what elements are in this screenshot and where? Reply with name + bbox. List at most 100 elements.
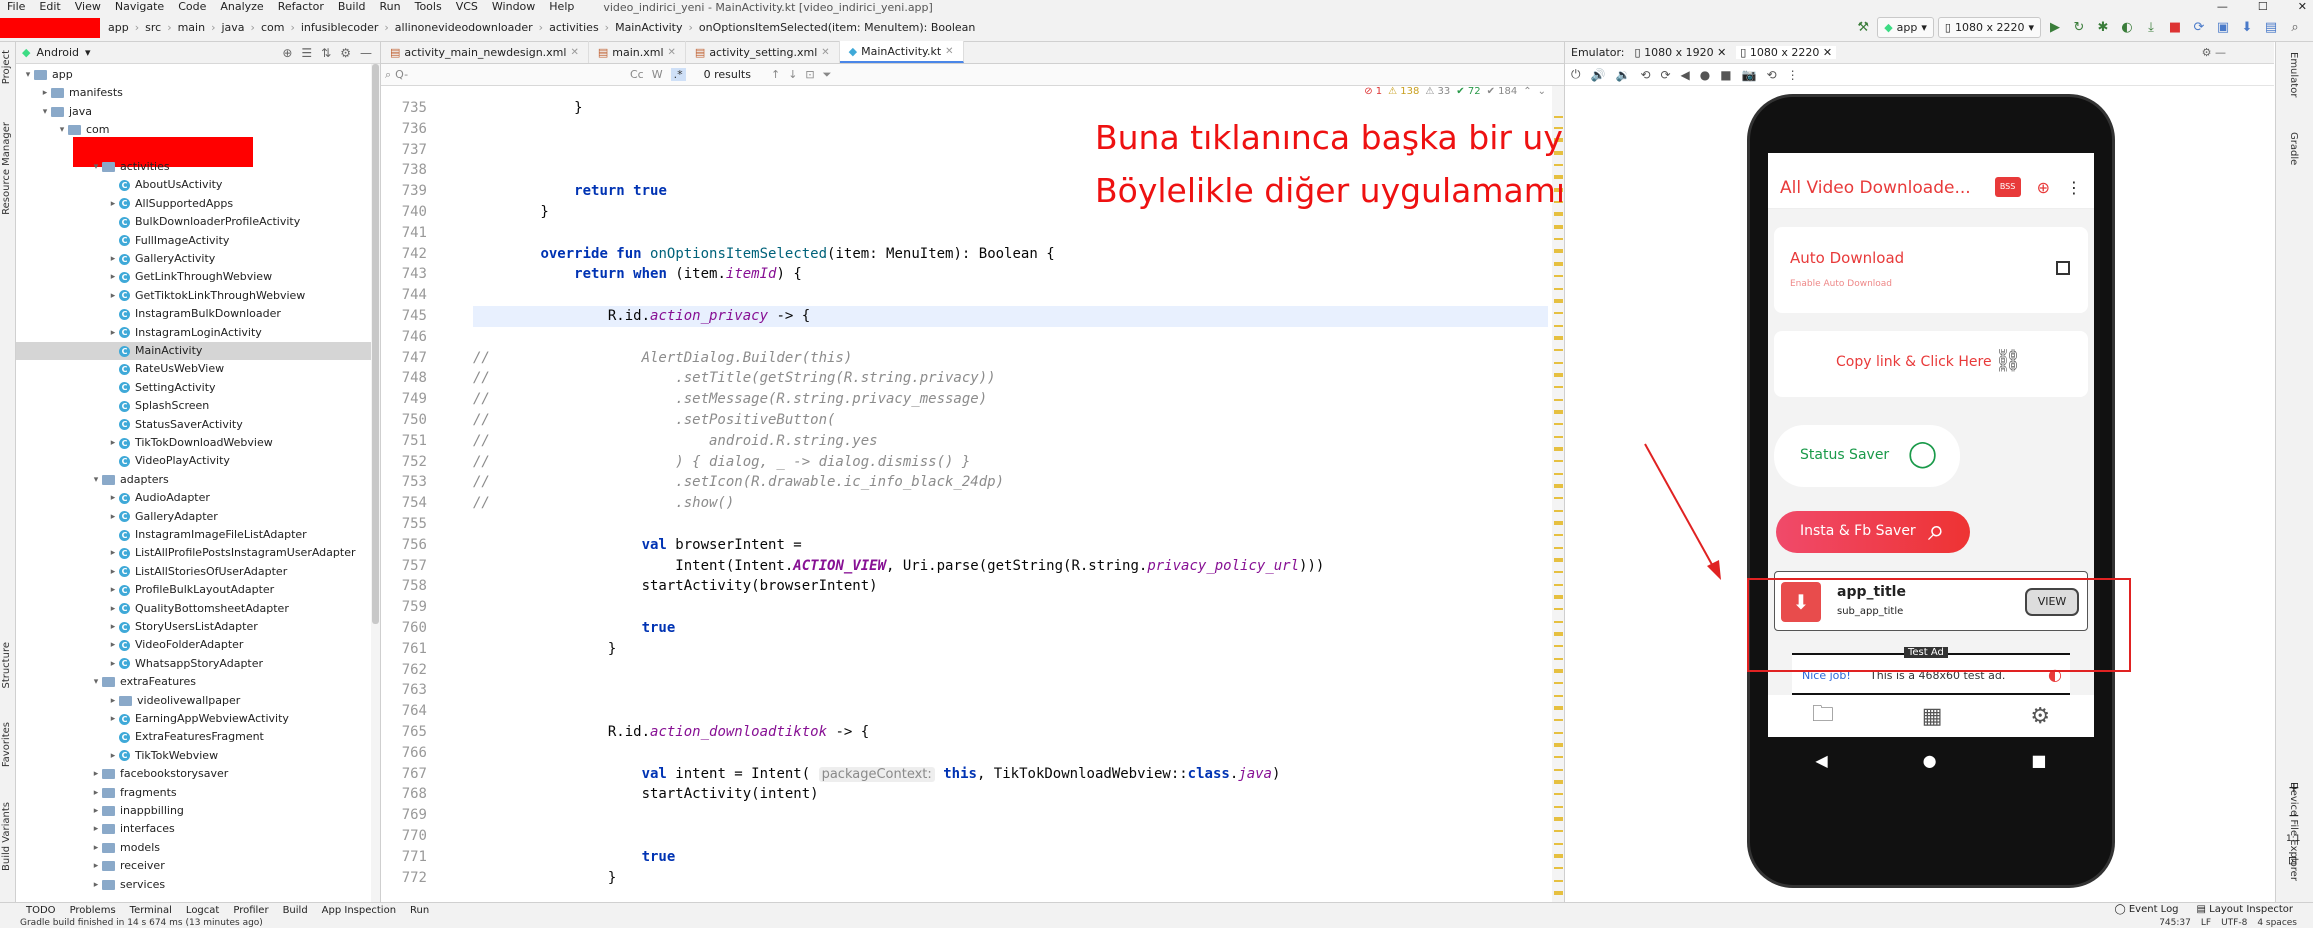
favorites-tool-tab[interactable]: Favorites xyxy=(1,722,12,767)
warning-stripe-mark[interactable] xyxy=(1554,484,1563,486)
tree-item[interactable]: C VideoPlayActivity xyxy=(16,452,371,470)
chevron-right-icon[interactable]: ▸ xyxy=(107,287,119,305)
chevron-right-icon[interactable]: ▸ xyxy=(107,268,119,286)
tree-item[interactable]: ▸ C TikTokWebview xyxy=(16,747,371,765)
folder-icon[interactable]: 🗀 xyxy=(1812,697,1834,735)
zoom-in-icon[interactable]: + xyxy=(2288,780,2300,796)
tree-item[interactable]: ▾ adapters xyxy=(16,471,371,489)
menu-item-vcs[interactable]: VCS xyxy=(449,0,485,14)
chevron-down-icon[interactable]: ▾ xyxy=(39,103,51,121)
warning-stripe-mark[interactable] xyxy=(1554,806,1563,808)
warning-stripe-mark[interactable] xyxy=(1554,521,1563,523)
code-line[interactable]: startActivity(intent) xyxy=(473,784,819,805)
warning-stripe-mark[interactable] xyxy=(1554,534,1563,536)
tool-window-run[interactable]: Run xyxy=(410,905,429,916)
auto-download-card[interactable]: Auto Download Enable Auto Download xyxy=(1774,227,2088,313)
indent-setting[interactable]: 4 spaces xyxy=(2257,918,2297,928)
close-icon[interactable]: ✕ xyxy=(945,46,953,57)
hammer-icon[interactable]: ⚒ xyxy=(1853,18,1873,38)
chevron-right-icon[interactable]: ▸ xyxy=(107,692,119,710)
minimize-icon[interactable]: — xyxy=(2217,0,2228,13)
rotate-left-icon[interactable]: ⟲ xyxy=(1640,68,1650,82)
tree-item[interactable]: C ExtraFeaturesFragment xyxy=(16,728,371,746)
warning-stripe-mark[interactable] xyxy=(1554,891,1563,893)
warning-stripe-mark[interactable] xyxy=(1554,732,1563,734)
warning-stripe-mark[interactable] xyxy=(1554,225,1563,227)
tool-window-terminal[interactable]: Terminal xyxy=(130,905,172,916)
zoom-1-1-icon[interactable]: 1:1 xyxy=(2286,834,2300,844)
tree-item[interactable]: ▸ receiver xyxy=(16,857,371,875)
warning-stripe-mark[interactable] xyxy=(1554,473,1563,475)
warning-stripe-mark[interactable] xyxy=(1554,338,1563,340)
chevron-right-icon[interactable]: ▸ xyxy=(107,710,119,728)
tool-window-app-inspection[interactable]: App Inspection xyxy=(322,905,396,916)
chevron-down-icon[interactable]: ▾ xyxy=(90,471,102,489)
arrow-up-icon[interactable]: ↑ xyxy=(771,68,780,82)
locate-icon[interactable]: ⊕ xyxy=(282,46,292,60)
overview-icon[interactable]: ■ xyxy=(1720,68,1731,82)
editor-tab[interactable]: ▤ activity_main_newdesign.xml ✕ xyxy=(381,41,589,63)
tree-item[interactable]: ▸ services xyxy=(16,876,371,894)
tree-item[interactable]: ▸ inappbilling xyxy=(16,802,371,820)
code-line[interactable]: // .setIcon(R.drawable.ic_info_black_24d… xyxy=(473,472,1004,493)
line-separator[interactable]: LF xyxy=(2201,918,2211,928)
gear-icon[interactable]: ⚙ xyxy=(2030,704,2050,729)
warning-stripe-mark[interactable] xyxy=(1554,782,1563,784)
sdk-manager-icon[interactable]: ⬇ xyxy=(2237,18,2257,38)
warning-stripe-mark[interactable] xyxy=(1554,584,1563,586)
camera-icon[interactable]: 📷 xyxy=(1742,68,1757,82)
warning-stripe-mark[interactable] xyxy=(1554,412,1563,414)
select-all-icon[interactable]: ⊡ xyxy=(805,68,814,82)
warning-stripe-mark[interactable] xyxy=(1554,706,1563,708)
chevron-right-icon[interactable]: ▸ xyxy=(107,489,119,507)
build-variants-tool-tab[interactable]: Build Variants xyxy=(1,802,12,871)
menu-item-run[interactable]: Run xyxy=(373,0,408,14)
tree-item[interactable]: ▾ java xyxy=(16,103,371,121)
warning-stripe-mark[interactable] xyxy=(1554,743,1563,745)
gear-icon[interactable]: ⚙ xyxy=(340,46,351,60)
gradle-tool-tab[interactable]: Gradle xyxy=(2288,132,2299,165)
home-icon[interactable]: ● xyxy=(1700,68,1710,82)
chevron-right-icon[interactable]: ▸ xyxy=(107,544,119,562)
code-line[interactable]: val intent = Intent( packageContext: thi… xyxy=(473,764,1280,786)
tree-item[interactable]: ▾ app xyxy=(16,66,371,84)
warning-stripe-mark[interactable] xyxy=(1554,375,1563,377)
warning-stripe-mark[interactable] xyxy=(1554,373,1563,375)
menu-item-build[interactable]: Build xyxy=(331,0,373,14)
volume-down-icon[interactable]: 🔉 xyxy=(1615,68,1630,82)
close-icon[interactable]: ✕ xyxy=(821,47,829,58)
warning-stripe-mark[interactable] xyxy=(1554,547,1563,549)
volume-up-icon[interactable]: 🔊 xyxy=(1591,68,1606,82)
warning-stripe-mark[interactable] xyxy=(1554,325,1563,327)
tree-item[interactable]: ▸ C InstagramLoginActivity xyxy=(16,324,371,342)
warning-stripe-mark[interactable] xyxy=(1554,423,1563,425)
warning-stripe-mark[interactable] xyxy=(1554,597,1563,599)
event-log-tool[interactable]: ◯ Event Log xyxy=(2114,904,2178,915)
code-line[interactable]: } xyxy=(473,639,616,660)
tree-item[interactable]: C InstagramImageFileListAdapter xyxy=(16,526,371,544)
warning-stripe-mark[interactable] xyxy=(1554,645,1563,647)
warning-stripe-mark[interactable] xyxy=(1554,214,1563,216)
menu-item-navigate[interactable]: Navigate xyxy=(108,0,171,14)
warning-stripe-mark[interactable] xyxy=(1554,719,1563,721)
chevron-right-icon[interactable]: ▸ xyxy=(90,820,102,838)
fit-screen-icon[interactable]: ⊡ xyxy=(2288,854,2297,867)
code-line[interactable]: startActivity(browserIntent) xyxy=(473,576,878,597)
breadcrumb-item[interactable]: src xyxy=(145,21,161,34)
layout-inspector-icon[interactable]: ▤ xyxy=(2261,18,2281,38)
stop-icon[interactable]: ■ xyxy=(2165,18,2185,38)
warning-stripe-mark[interactable] xyxy=(1554,608,1563,610)
chevron-right-icon[interactable]: ▸ xyxy=(90,765,102,783)
warning-stripe-mark[interactable] xyxy=(1554,558,1563,560)
menu-item-edit[interactable]: Edit xyxy=(32,0,67,14)
tool-window-profiler[interactable]: Profiler xyxy=(233,905,268,916)
overview-icon[interactable]: ■ xyxy=(2031,751,2046,770)
chevron-right-icon[interactable]: ▸ xyxy=(90,784,102,802)
scrollbar-thumb[interactable] xyxy=(372,64,379,624)
warning-stripe-mark[interactable] xyxy=(1554,486,1563,488)
menu-item-tools[interactable]: Tools xyxy=(408,0,449,14)
tool-window-build[interactable]: Build xyxy=(283,905,308,916)
close-icon[interactable]: ✕ xyxy=(1717,46,1726,59)
tree-item[interactable]: ▸ C ProfileBulkLayoutAdapter xyxy=(16,581,371,599)
warning-stripe-mark[interactable] xyxy=(1554,523,1563,525)
